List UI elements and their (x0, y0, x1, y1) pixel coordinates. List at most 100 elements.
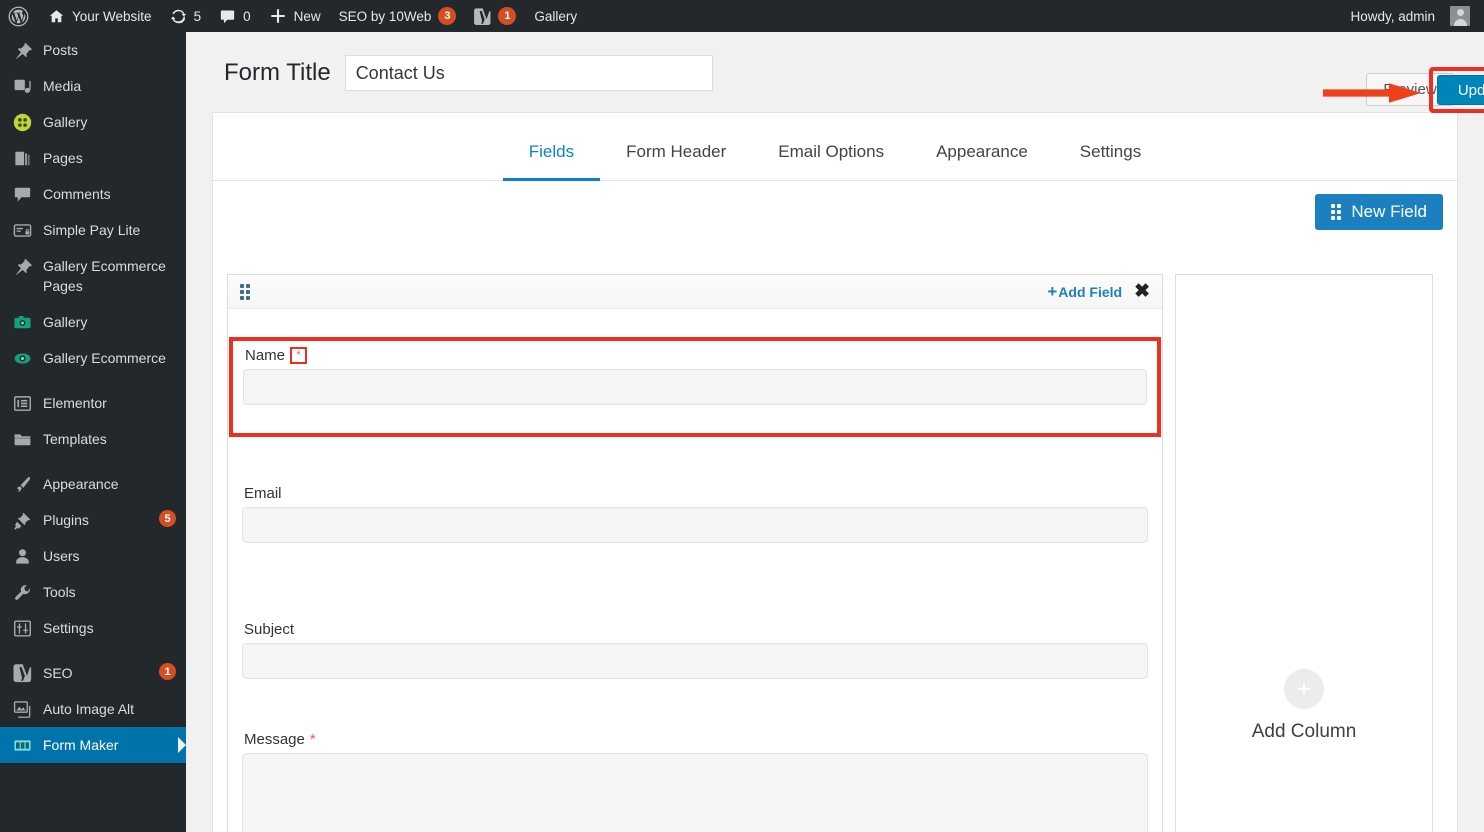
updates-icon (170, 8, 187, 25)
admin-bar-item-new[interactable]: New (260, 0, 330, 32)
sidebar-item-gallery-2[interactable]: Gallery (0, 304, 186, 340)
add-field-label: Add Field (1058, 283, 1123, 300)
sidebar-item-media[interactable]: Media (0, 68, 186, 104)
drag-dots-icon (1331, 204, 1342, 220)
sidebar-label: Users (43, 548, 80, 564)
field-input-subject[interactable] (242, 643, 1148, 679)
sidebar-item-simple-pay-lite[interactable]: Simple Pay Lite (0, 212, 186, 248)
wordpress-logo-button[interactable] (0, 0, 39, 32)
sidebar-item-comments[interactable]: Comments (0, 176, 186, 212)
field-input-email[interactable] (242, 507, 1148, 543)
eye-icon (12, 348, 32, 368)
field-label-email: Email (242, 479, 282, 507)
sidebar-label: Elementor (43, 395, 107, 411)
admin-bar-updates-count: 5 (193, 8, 202, 24)
field-input-name[interactable] (243, 369, 1147, 405)
update-button[interactable]: Update (1437, 75, 1484, 105)
sidebar-item-tools[interactable]: Tools (0, 574, 186, 610)
sidebar-label: Settings (43, 620, 94, 636)
admin-bar-seo10web-label: SEO by 10Web (338, 8, 432, 24)
form-title-input[interactable] (344, 55, 713, 91)
tab-email-options[interactable]: Email Options (752, 142, 910, 181)
field-input-message[interactable] (242, 753, 1148, 832)
admin-bar-howdy[interactable]: Howdy, admin (1341, 0, 1484, 32)
admin-bar-right: Howdy, admin (1341, 0, 1484, 32)
field-label-text: Message (244, 731, 305, 748)
admin-bar-item-site[interactable]: Your Website (39, 0, 161, 32)
plus-icon (269, 7, 287, 25)
field-label-text: Subject (244, 621, 295, 638)
sidebar-item-gallery-ecommerce[interactable]: Gallery Ecommerce (0, 340, 186, 376)
sidebar-label: Gallery Ecommerce (43, 350, 166, 366)
howdy-label: Howdy, admin (1350, 8, 1435, 24)
field-label-name: Name * (243, 341, 308, 369)
field-name-highlight: Name * (229, 337, 1161, 437)
sidebar-item-auto-image-alt[interactable]: Auto Image Alt (0, 691, 186, 727)
admin-bar-item-comments[interactable]: 0 (210, 0, 260, 32)
sidebar-item-pages[interactable]: Pages (0, 140, 186, 176)
sidebar-label: Gallery (43, 314, 88, 330)
sidebar-item-posts[interactable]: Posts (0, 32, 186, 68)
drag-dots-icon[interactable] (240, 283, 250, 300)
editor-tabs: Fields Form Header Email Options Appeara… (213, 113, 1457, 181)
sidebar-separator (0, 646, 186, 655)
sidebar-item-templates[interactable]: Templates (0, 421, 186, 457)
main-content: Form Title Update Preview Fields Form He… (186, 32, 1484, 832)
field-label-text: Email (244, 485, 282, 502)
form-column-panel: + Add Field ✖ Name * Email Subject Messa… (227, 274, 1163, 832)
tab-form-header[interactable]: Form Header (600, 142, 752, 181)
admin-bar-gallery-label: Gallery (534, 8, 578, 24)
field-label-message: Message * (242, 725, 316, 753)
comments-icon (12, 184, 32, 204)
form-builder: + Add Field ✖ Name * Email Subject Messa… (227, 274, 1445, 832)
new-field-button[interactable]: New Field (1315, 194, 1443, 230)
tab-fields[interactable]: Fields (502, 142, 601, 181)
tab-settings[interactable]: Settings (1054, 142, 1167, 181)
admin-bar-item-yoast[interactable]: 1 (465, 0, 525, 32)
admin-bar-item-gallery[interactable]: Gallery (525, 0, 586, 32)
add-column-panel[interactable]: + Add Column (1175, 274, 1433, 832)
admin-bar-site-label: Your Website (72, 8, 152, 24)
media-icon (12, 76, 32, 96)
wrench-icon (12, 582, 32, 602)
sidebar-label: Form Maker (43, 737, 119, 753)
required-asterisk-highlight: * (290, 347, 308, 364)
field-label-subject: Subject (242, 615, 294, 643)
admin-bar-item-updates[interactable]: 5 (161, 0, 211, 32)
form-editor-card: Fields Form Header Email Options Appeara… (212, 112, 1458, 832)
admin-bar-new-label: New (293, 8, 321, 24)
admin-sidebar: Posts Media Gallery Pages Comments Simpl… (0, 32, 186, 832)
sidebar-item-settings[interactable]: Settings (0, 610, 186, 646)
form-maker-icon (12, 735, 32, 755)
form-title-row: Form Title (186, 40, 1484, 106)
wordpress-logo-icon (8, 6, 29, 27)
sidebar-label: Posts (43, 42, 79, 58)
field-email: Email (228, 479, 1162, 543)
sidebar-item-gallery-ecommerce-pages[interactable]: Gallery Ecommerce Pages (0, 248, 186, 304)
sidebar-item-appearance[interactable]: Appearance (0, 466, 186, 502)
sidebar-item-form-maker[interactable]: Form Maker (0, 727, 186, 763)
close-x-icon[interactable]: ✖ (1134, 282, 1150, 301)
form-title-label: Form Title (224, 59, 331, 86)
sidebar-item-seo[interactable]: SEO 1 (0, 655, 186, 691)
camera-icon (12, 312, 32, 332)
right-arrow-annotation (1323, 82, 1421, 104)
sidebar-label: Appearance (43, 476, 119, 492)
add-field-link[interactable]: + Add Field (1047, 283, 1122, 300)
gallery-grid-icon (12, 112, 32, 132)
plus-circle-icon: + (1284, 669, 1324, 709)
sidebar-item-gallery[interactable]: Gallery (0, 104, 186, 140)
sidebar-item-plugins[interactable]: Plugins 5 (0, 502, 186, 538)
sidebar-label: Simple Pay Lite (43, 222, 141, 238)
sidebar-label: Pages (43, 150, 83, 166)
home-icon (48, 8, 65, 25)
sidebar-label: Plugins (43, 512, 89, 528)
add-column-label: Add Column (1251, 721, 1357, 742)
sidebar-item-users[interactable]: Users (0, 538, 186, 574)
pin-icon (12, 40, 32, 60)
sidebar-item-elementor[interactable]: Elementor (0, 385, 186, 421)
admin-bar: Your Website 5 0 New SEO by 10Web 3 1 Ga… (0, 0, 1484, 32)
admin-bar-item-seo-10web[interactable]: SEO by 10Web 3 (330, 0, 466, 32)
tab-appearance[interactable]: Appearance (910, 142, 1054, 181)
field-label-text: Name (245, 347, 286, 364)
